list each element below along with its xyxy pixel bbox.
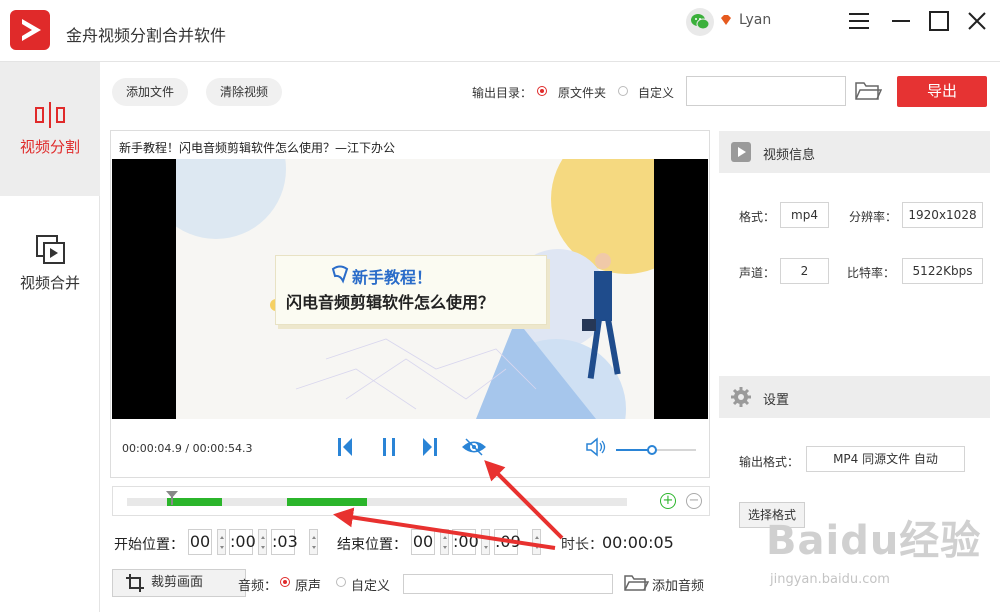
toolbar: 添加文件 清除视频 输出目录： 原文件夹 自定义 导出 <box>100 62 1000 122</box>
start-minutes-stepper[interactable] <box>258 529 267 555</box>
next-frame-icon[interactable] <box>420 436 438 462</box>
radio-audio-custom-label: 自定义 <box>351 579 391 594</box>
output-path-input[interactable] <box>686 76 846 106</box>
radio-audio-original[interactable] <box>280 577 290 587</box>
eye-icon[interactable] <box>461 436 487 462</box>
speaker-icon[interactable] <box>585 436 607 462</box>
video-info-heading: 视频信息 <box>763 148 816 163</box>
resolution-label: 分辨率： <box>849 210 898 224</box>
title-bar: 金舟视频分割合并软件 Lyan <box>0 0 1000 62</box>
video-info-icon <box>731 142 751 162</box>
radio-custom-label: 自定义 <box>638 86 675 100</box>
resolution-value: 1920x1028 <box>902 202 983 228</box>
sidebar-item-label: 视频合并 <box>19 274 80 292</box>
crop-frame-button[interactable]: 裁剪画面 <box>112 569 246 597</box>
start-hours-field[interactable]: 00 <box>188 529 212 555</box>
app-title: 金舟视频分割合并软件 <box>66 26 227 45</box>
folder-icon[interactable] <box>623 573 650 597</box>
add-audio-button[interactable]: 添加音频 <box>652 575 704 594</box>
output-dir-label: 输出目录： <box>472 86 533 100</box>
sidebar: 视频分割 视频合并 <box>0 62 100 612</box>
watermark-url: jingyan.baidu.com <box>770 572 890 587</box>
radio-audio-original-label: 原声 <box>295 579 322 594</box>
volume-slider[interactable] <box>616 445 696 455</box>
end-seconds-stepper[interactable] <box>532 529 541 555</box>
split-icon <box>34 100 66 134</box>
start-minutes-field[interactable]: :00 <box>229 529 256 555</box>
duration-label: 时长： <box>561 537 603 553</box>
channels-value: 2 <box>780 258 829 284</box>
gear-icon <box>731 387 751 407</box>
radio-source-folder[interactable] <box>537 86 547 96</box>
timeline-segment[interactable] <box>287 498 367 506</box>
timeline-track[interactable] <box>127 498 627 506</box>
sidebar-item-label: 视频分割 <box>19 138 80 156</box>
radio-audio-custom[interactable] <box>336 577 346 587</box>
video-info-header: 视频信息 <box>719 131 990 173</box>
timeline[interactable]: + − <box>112 486 710 516</box>
end-position-label: 结束位置： <box>337 537 407 553</box>
video-overlay-line1: 新手教程！ <box>352 268 433 287</box>
minimize-icon[interactable] <box>888 8 914 34</box>
video-frame: 新手教程！ 闪电音频剪辑软件怎么使用？ <box>176 159 654 419</box>
end-seconds-field[interactable]: :09 <box>494 529 521 555</box>
video-title-banner: 新手教程！ 闪电音频剪辑软件怎么使用？ <box>275 255 547 325</box>
prev-frame-icon[interactable] <box>337 436 355 462</box>
output-format-value: MP4 同源文件 自动 <box>806 446 965 472</box>
channels-label: 声道： <box>739 266 776 280</box>
add-file-button[interactable]: 添加文件 <box>112 78 189 106</box>
sidebar-item-merge[interactable]: 视频合并 <box>0 196 100 330</box>
duration-value: 00:00:05 <box>602 533 674 552</box>
end-hours-stepper[interactable] <box>440 529 449 555</box>
settings-header: 设置 <box>719 376 990 418</box>
close-icon[interactable] <box>964 8 990 34</box>
maximize-icon[interactable] <box>926 8 952 34</box>
vip-diamond-icon <box>720 14 732 26</box>
playhead-marker[interactable] <box>166 491 178 505</box>
radio-custom[interactable] <box>618 86 628 96</box>
wechat-icon[interactable] <box>686 8 714 36</box>
pause-icon[interactable] <box>380 436 398 462</box>
sidebar-item-split[interactable]: 视频分割 <box>0 62 100 196</box>
end-minutes-field[interactable]: :00 <box>452 529 479 555</box>
bitrate-value: 5122Kbps <box>902 258 983 284</box>
watermark-logo-text: Baidu经验 <box>766 518 982 564</box>
format-label: 格式： <box>739 210 776 224</box>
output-format-label: 输出格式： <box>739 455 800 469</box>
volume-knob[interactable] <box>647 445 657 455</box>
plus-circle-icon[interactable]: + <box>660 493 676 509</box>
start-position-label: 开始位置： <box>114 537 184 553</box>
format-value: mp4 <box>780 202 829 228</box>
time-readout: 00:00:04.9 / 00:00:54.3 <box>122 442 253 455</box>
folder-icon[interactable] <box>854 80 883 102</box>
crop-icon <box>126 574 144 592</box>
crop-frame-label: 裁剪画面 <box>151 575 204 590</box>
hamburger-menu-icon[interactable] <box>846 8 872 34</box>
baidu-watermark: Baidu经验 jingyan.baidu.com <box>762 502 992 602</box>
merge-icon <box>35 234 67 270</box>
audio-label: 音频： <box>238 579 278 594</box>
radio-source-folder-label: 原文件夹 <box>558 86 607 100</box>
end-hours-field[interactable]: 00 <box>411 529 435 555</box>
clear-video-button[interactable]: 清除视频 <box>206 78 283 106</box>
bitrate-label: 比特率： <box>847 266 896 280</box>
video-overlay-line2: 闪电音频剪辑软件怎么使用？ <box>286 293 495 312</box>
video-title: 新手教程！闪电音频剪辑软件怎么使用？—江下办公 <box>119 141 396 155</box>
settings-heading: 设置 <box>763 393 790 408</box>
start-hours-stepper[interactable] <box>217 529 226 555</box>
audio-path-input[interactable] <box>403 574 613 594</box>
username[interactable]: Lyan <box>739 12 771 28</box>
minus-circle-icon[interactable]: − <box>686 493 702 509</box>
player-panel: 新手教程！闪电音频剪辑软件怎么使用？—江下办公 新手教程！ 闪电音频剪辑软件怎么… <box>110 130 710 478</box>
video-preview[interactable]: 新手教程！ 闪电音频剪辑软件怎么使用？ <box>112 159 708 419</box>
start-seconds-field[interactable]: :03 <box>271 529 298 555</box>
start-seconds-stepper[interactable] <box>309 529 318 555</box>
play-logo-icon <box>10 10 50 50</box>
export-button[interactable]: 导出 <box>897 76 987 107</box>
end-minutes-stepper[interactable] <box>481 529 490 555</box>
